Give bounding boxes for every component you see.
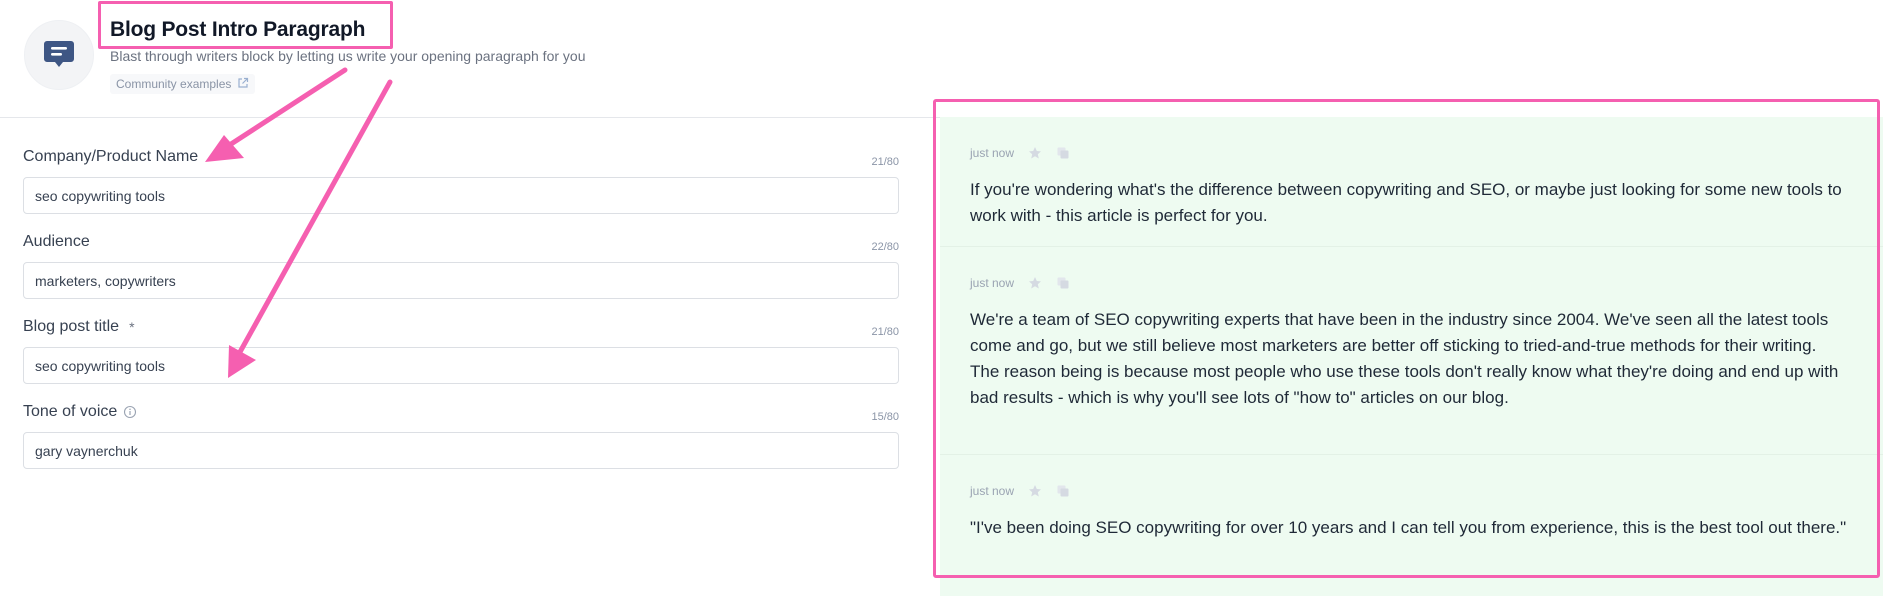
blog-post-title-input[interactable]: [23, 347, 899, 384]
char-count: 22/80: [871, 241, 899, 253]
page-title: Blog Post Intro Paragraph: [110, 18, 366, 41]
result-divider: [940, 454, 1883, 455]
copy-icon[interactable]: [1056, 146, 1070, 160]
star-icon[interactable]: [1028, 484, 1042, 498]
field-label: Company/Product Name: [23, 148, 199, 165]
field-label: Blog post title *: [23, 318, 135, 335]
result-item: just now We're a team of SEO copywriting…: [970, 273, 1850, 411]
community-examples-link[interactable]: Community examples: [110, 74, 256, 94]
field-audience: Audience 22/80: [23, 225, 899, 310]
input-form: Company/Product Name 21/80 Audience 22/8…: [23, 140, 899, 480]
chat-message-icon: [41, 35, 77, 76]
tool-header: Blog Post Intro Paragraph Blast through …: [0, 0, 1883, 118]
result-text: If you're wondering what's the differenc…: [970, 180, 1842, 225]
result-text: We're a team of SEO copywriting experts …: [970, 310, 1839, 407]
timestamp: just now: [970, 484, 1015, 498]
result-text: "I've been doing SEO copywriting for ove…: [970, 518, 1847, 537]
result-meta: just now: [970, 481, 1850, 501]
result-item: just now "I've been doing SEO copywritin…: [970, 481, 1850, 541]
field-blog-post-title: Blog post title * 21/80: [23, 310, 899, 395]
char-count: 21/80: [871, 156, 899, 168]
page-subtitle: Blast through writers block by letting u…: [110, 48, 586, 64]
field-company-product-name: Company/Product Name 21/80: [23, 140, 899, 225]
star-icon[interactable]: [1028, 276, 1042, 290]
copy-icon[interactable]: [1056, 276, 1070, 290]
field-label: Audience: [23, 233, 90, 250]
result-divider: [940, 246, 1883, 247]
char-count: 15/80: [871, 411, 899, 423]
results-panel: just now If you're wondering what's the …: [940, 117, 1883, 596]
timestamp: just now: [970, 146, 1015, 160]
tone-of-voice-input[interactable]: [23, 432, 899, 469]
field-tone-of-voice: Tone of voice 15/80: [23, 395, 899, 480]
char-count: 21/80: [871, 326, 899, 338]
timestamp: just now: [970, 276, 1015, 290]
result-meta: just now: [970, 143, 1850, 163]
copy-icon[interactable]: [1056, 484, 1070, 498]
info-icon[interactable]: [123, 405, 137, 419]
result-item: just now If you're wondering what's the …: [970, 143, 1850, 229]
company-product-name-input[interactable]: [23, 177, 899, 214]
required-marker: *: [129, 319, 135, 335]
external-link-icon: [237, 77, 249, 92]
star-icon[interactable]: [1028, 146, 1042, 160]
result-meta: just now: [970, 273, 1850, 293]
audience-input[interactable]: [23, 262, 899, 299]
community-examples-label: Community examples: [116, 77, 232, 91]
field-label: Tone of voice: [23, 403, 137, 421]
tool-avatar: [24, 20, 94, 90]
